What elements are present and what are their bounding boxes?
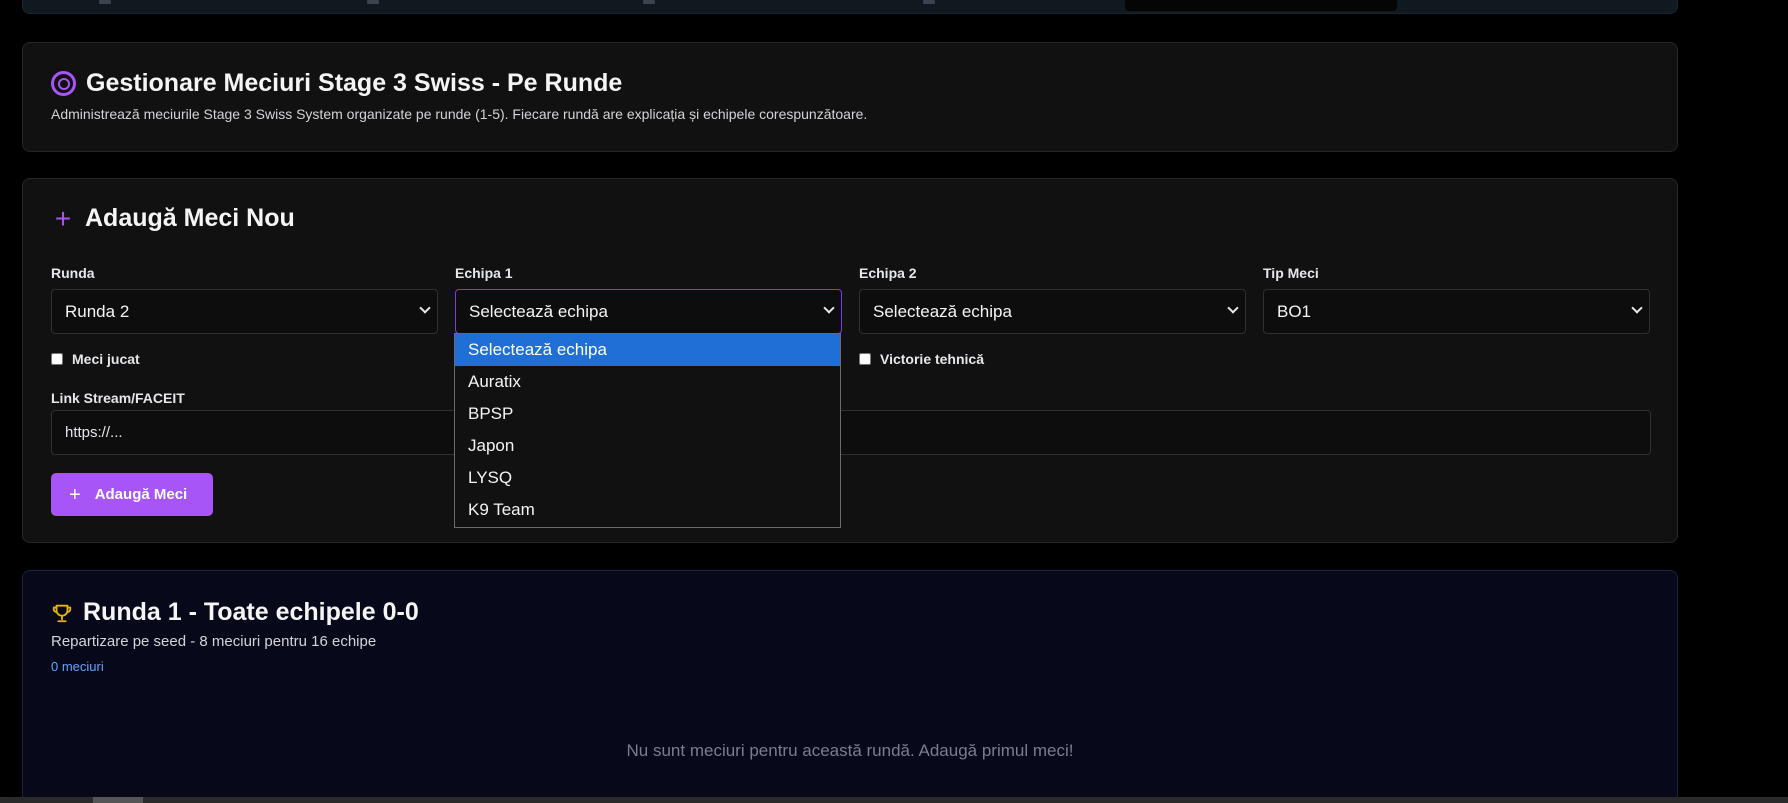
match-type-label: Tip Meci — [1263, 265, 1319, 281]
chevron-down-icon — [1227, 302, 1239, 314]
team1-dropdown-list[interactable]: Selectează echipa Auratix BPSP Japon LYS… — [454, 333, 841, 528]
team2-select[interactable]: Selectează echipa — [859, 289, 1246, 334]
dropdown-option[interactable]: Japon — [455, 430, 840, 462]
dropdown-option[interactable]: Selectează echipa — [455, 334, 840, 366]
chevron-down-icon — [419, 302, 431, 314]
round-select[interactable]: Runda 2 — [51, 289, 438, 334]
played-checkbox-label: Meci jucat — [72, 351, 140, 367]
header-card: Gestionare Meciuri Stage 3 Swiss - Pe Ru… — [22, 42, 1678, 152]
round-select-value: Runda 2 — [65, 301, 130, 321]
team2-label: Echipa 2 — [859, 265, 917, 281]
nav-tab-icon[interactable] — [643, 0, 655, 4]
round-1-subtitle: Repartizare pe seed - 8 meciuri pentru 1… — [51, 633, 377, 650]
add-match-title: + Adaugă Meci Nou — [51, 204, 295, 233]
played-checkbox-row[interactable]: Meci jucat — [51, 351, 140, 367]
round-1-title: Runda 1 - Toate echipele 0-0 — [51, 598, 419, 627]
tech-win-checkbox-row[interactable]: Victorie tehnică — [859, 351, 984, 367]
round-1-title-text: Runda 1 - Toate echipele 0-0 — [83, 598, 419, 626]
team1-select-value: Selectează echipa — [469, 301, 608, 321]
match-type-select[interactable]: BO1 — [1263, 289, 1650, 334]
dropdown-option[interactable]: LYSQ — [455, 462, 840, 494]
chevron-down-icon — [823, 302, 835, 314]
round-1-card: Runda 1 - Toate echipele 0-0 Repartizare… — [22, 570, 1678, 803]
team2-select-value: Selectează echipa — [873, 301, 1012, 321]
page-title: Gestionare Meciuri Stage 3 Swiss - Pe Ru… — [51, 69, 622, 98]
stream-link-placeholder: https://... — [65, 424, 123, 441]
plus-icon: + — [69, 483, 81, 506]
match-type-select-value: BO1 — [1277, 301, 1312, 321]
top-nav-bar — [22, 0, 1678, 14]
nav-tab-icon[interactable] — [367, 0, 379, 4]
nav-tab-icon[interactable] — [99, 0, 111, 4]
add-match-title-text: Adaugă Meci Nou — [85, 204, 295, 232]
plus-icon: + — [54, 202, 72, 234]
scrollbar-thumb[interactable] — [93, 797, 143, 803]
dropdown-option[interactable]: K9 Team — [455, 494, 840, 526]
add-match-button[interactable]: + Adaugă Meci — [51, 473, 213, 516]
trophy-icon — [51, 602, 73, 624]
empty-state-message: Nu sunt meciuri pentru această rundă. Ad… — [626, 741, 1074, 760]
team1-label: Echipa 1 — [455, 265, 513, 281]
chevron-down-icon — [1631, 302, 1643, 314]
stream-link-label: Link Stream/FACEIT — [51, 390, 185, 406]
round-label: Runda — [51, 265, 95, 281]
tech-win-checkbox-label: Victorie tehnică — [880, 351, 985, 367]
dropdown-option[interactable]: BPSP — [455, 398, 840, 430]
horizontal-scrollbar[interactable] — [0, 797, 1788, 803]
stream-link-input[interactable]: https://... — [51, 410, 1651, 455]
round-1-match-count: 0 meciuri — [51, 659, 104, 674]
nav-tab-icon[interactable] — [923, 0, 935, 4]
page-title-text: Gestionare Meciuri Stage 3 Swiss - Pe Ru… — [86, 69, 623, 97]
nav-tab-active[interactable] — [1125, 0, 1397, 11]
tech-win-checkbox[interactable] — [859, 353, 871, 365]
team1-select[interactable]: Selectează echipa — [455, 289, 842, 334]
add-match-button-label: Adaugă Meci — [94, 486, 188, 503]
dropdown-option[interactable]: Auratix — [455, 366, 840, 398]
add-match-card: + Adaugă Meci Nou Runda Runda 2 Echipa 1… — [22, 178, 1678, 543]
target-icon — [51, 71, 76, 96]
played-checkbox[interactable] — [51, 353, 63, 365]
page-subtitle: Administrează meciurile Stage 3 Swiss Sy… — [51, 106, 868, 122]
